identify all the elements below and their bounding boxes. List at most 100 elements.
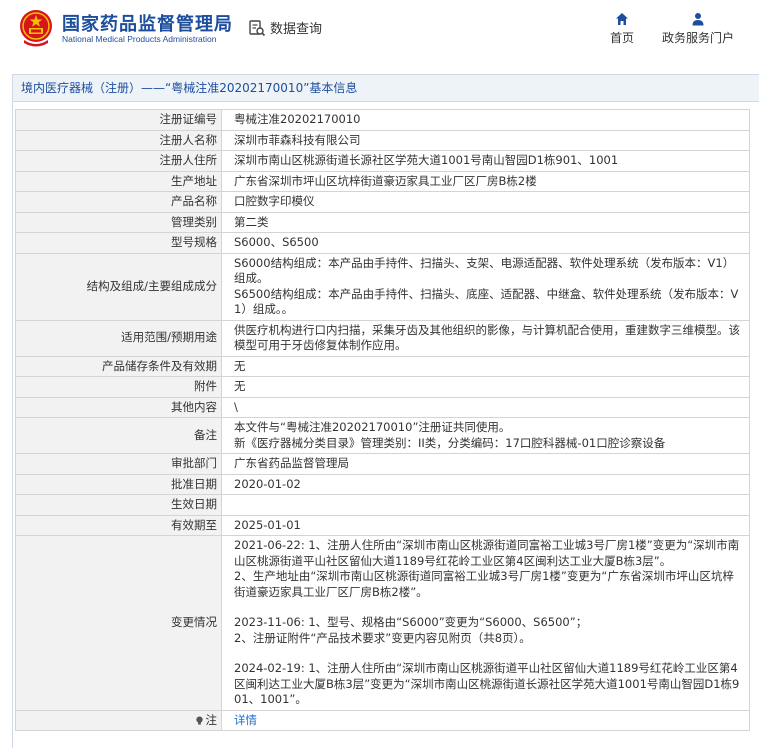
info-row-value: S6000结构组成：本产品由手持件、扫描头、支架、电源适配器、软件处理系统（发布… — [221, 252, 750, 321]
info-row-value-line: 口腔数字印模仪 — [234, 194, 315, 208]
info-row-value: 无 — [221, 355, 750, 377]
info-row: 有效期至 2025-01-01 — [15, 514, 750, 536]
info-row: 产品储存条件及有效期无 — [15, 355, 750, 377]
note-bulb-icon — [195, 715, 203, 725]
info-row-value: 广东省药品监督管理局 — [221, 453, 750, 475]
info-row-value-line: 广东省深圳市坪山区坑梓街道豪迈家具工业厂区厂房B栋2楼 — [234, 173, 537, 188]
home-icon — [616, 13, 628, 25]
info-row-label: 其他内容 — [15, 396, 222, 418]
info-row: 生产地址 广东省深圳市坪山区坑梓街道豪迈家具工业厂区厂房B栋2楼 — [15, 170, 750, 192]
info-row-value-line: 2、生产地址由“深圳市南山区桃源街道同富裕工业城3号厂房1楼”变更为“广东省深圳… — [234, 569, 734, 599]
info-row-label: 结构及组成/主要组成成分 — [15, 252, 222, 321]
info-row: 其他内容 \ — [15, 396, 750, 418]
info-row: 批准日期 2020-01-02 — [15, 473, 750, 495]
info-row-value-line: 广东省药品监督管理局 — [234, 456, 349, 470]
info-row-value: 口腔数字印模仪 — [221, 191, 750, 213]
detail-panel: 境内医疗器械（注册）——“粤械注准20202170010”基本信息 注册证编号粤… — [12, 74, 759, 748]
info-row-value: \ — [221, 396, 750, 418]
data-search-icon — [249, 19, 266, 36]
nav-home-label: 首页 — [610, 31, 635, 45]
info-row-value: 本文件与“粤械注准20202170010”注册证共同使用。 新《医疗器械分类目录》… — [221, 417, 750, 454]
info-row-value — [221, 494, 750, 516]
info-row-value-line: 无 — [234, 379, 246, 393]
info-row-value-line: 2、注册证附件“产品技术要求”变更内容见附页（共8页）。 — [234, 630, 531, 645]
panel-title: 境内医疗器械（注册）——“粤械注准20202170010”基本信息 — [13, 75, 759, 102]
info-row-label: 生产地址 — [15, 170, 222, 192]
note-label-text: 注 — [205, 712, 218, 727]
info-row-value-line: \ — [234, 399, 238, 414]
info-row-label: 注册人名称 — [15, 129, 222, 151]
info-row-label: 备注 — [15, 417, 222, 454]
info-row: 适用范围/预期用途 供医疗机构进行口内扫描，采集牙齿及其他组织的影像，与计算机配合… — [15, 319, 750, 357]
info-row-value-line: 深圳市南山区桃源街道长源社区学苑大道1001号南山智园D1栋901、1001 — [234, 153, 619, 167]
info-row-value-line: 本文件与“粤械注准20202170010”注册证共同使用。 — [234, 420, 511, 434]
info-row-value: 无 — [221, 376, 750, 398]
data-query-label: 数据查询 — [270, 22, 323, 37]
nav-home[interactable]: 首页 — [610, 12, 634, 46]
info-row-value: 深圳市菲森科技有限公司 — [221, 129, 750, 151]
info-row-label: 有效期至 — [15, 514, 222, 536]
info-row-value-line: 新《医疗器械分类目录》管理类别：II类，分类编码：17口腔科器械-01口腔诊察设… — [234, 435, 666, 450]
data-query-link[interactable]: 数据查询 — [248, 18, 322, 37]
device-info-table: 注册证编号 粤械注准20202170010 注册人名称 深圳市菲森科技有限公司 注册人住… — [15, 109, 750, 731]
info-row-value-line: 供医疗机构进行口内扫描，采集牙齿及其他组织的影像，与计算机配合使用，重建数字三维… — [234, 322, 740, 353]
info-row: 结构及组成/主要组成成分 S6000结构组成：本产品由手持件、扫描头、支架、电源适… — [15, 252, 750, 321]
user-icon — [692, 13, 704, 26]
info-row-value-line: S6000、S6500 — [234, 235, 319, 249]
info-row-value: 2021-06-22: 1、注册人住所由“深圳市南山区桃源街道同富裕工业城3号厂… — [221, 535, 750, 711]
info-row-value-line: S6000结构组成：本产品由手持件、扫描头、支架、电源适配器、软件处理系统（发布… — [234, 255, 735, 286]
info-row-value-line: 2025-01-01 — [234, 517, 301, 532]
info-row-label: 管理类别 — [15, 211, 222, 233]
info-row: 产品名称 口腔数字印模仪 — [15, 191, 750, 213]
note-row-label: 注 — [15, 709, 222, 731]
info-row-label: 注册人住所 — [15, 150, 222, 172]
info-row-value-line: 2021-06-22: 1、注册人住所由“深圳市南山区桃源街道同富裕工业城3号厂… — [234, 538, 740, 568]
info-row-value-line: 深圳市菲森科技有限公司 — [234, 132, 361, 147]
info-row-label: 适用范围/预期用途 — [15, 319, 222, 357]
info-row-value: 供医疗机构进行口内扫描，采集牙齿及其他组织的影像，与计算机配合使用，重建数字三维… — [221, 319, 750, 357]
info-row: 型号规格 S6000、S6500 — [15, 232, 750, 254]
nav-service-portal[interactable]: 政务服务门户 — [662, 12, 734, 46]
info-row-value-line: 2020-01-02 — [234, 476, 301, 491]
info-row-label: 变更情况 — [15, 535, 222, 711]
info-row-value: 粤械注准20202170010 — [221, 109, 750, 131]
info-row-label: 批准日期 — [15, 473, 222, 495]
info-row: 审批部门 广东省药品监督管理局 — [15, 453, 750, 475]
info-row-value: 2020-01-02 — [221, 473, 750, 495]
site-title[interactable]: 国家药品监督管理局 — [62, 10, 233, 36]
info-row: 注册人名称 深圳市菲森科技有限公司 — [15, 129, 750, 151]
nav-service-portal-label: 政务服务门户 — [662, 31, 735, 45]
info-row-value-line: 粤械注准20202170010 — [234, 112, 361, 126]
info-row-label: 产品储存条件及有效期 — [15, 355, 222, 377]
info-row: 生效日期 — [15, 494, 750, 516]
info-row-value-line: S6500结构组成：本产品由手持件、扫描头、底座、适配器、中继盒、软件处理系统（… — [234, 286, 739, 317]
info-row: 变更情况 2021-06-22: 1、注册人住所由“深圳市南山区桃源街道同富裕工业… — [15, 535, 750, 711]
info-row: 管理类别 第二类 — [15, 211, 750, 233]
info-row: 备注 本文件与“粤械注准20202170010”注册证共同使用。 新《医疗器械分类目… — [15, 417, 750, 454]
info-row-value-line: 2024-02-19: 1、注册人住所由“深圳市南山区桃源街道平山社区留仙大道1… — [234, 661, 740, 706]
info-row-value-line: 无 — [234, 358, 246, 373]
info-row-label: 型号规格 — [15, 232, 222, 254]
info-row-value-line: 第二类 — [234, 214, 269, 229]
info-row-value-line: 2023-11-06: 1、型号、规格由“S6000”变更为“S6000、S65… — [234, 615, 588, 629]
info-row-label: 审批部门 — [15, 453, 222, 475]
info-row-value: S6000、S6500 — [221, 232, 750, 254]
info-row: 注册证编号 粤械注准20202170010 — [15, 109, 750, 131]
info-row-value: 第二类 — [221, 211, 750, 233]
site-header: 国家药品监督管理局 National Medical Products Admi… — [0, 0, 759, 56]
note-row-value: 详情 — [221, 709, 750, 731]
info-row: 附件无 — [15, 376, 750, 398]
note-row: 注 详情 — [15, 709, 750, 731]
national-emblem-icon — [20, 10, 52, 47]
site-subtitle: National Medical Products Administration — [62, 34, 217, 44]
info-row-value: 深圳市南山区桃源街道长源社区学苑大道1001号南山智园D1栋901、1001 — [221, 150, 750, 172]
info-row: 注册人住所 深圳市南山区桃源街道长源社区学苑大道1001号南山智园D1栋901、1… — [15, 150, 750, 172]
info-row-label: 注册证编号 — [15, 109, 222, 131]
info-row-label: 附件 — [15, 376, 222, 398]
details-link[interactable]: 详情 — [234, 713, 257, 727]
info-row-value: 广东省深圳市坪山区坑梓街道豪迈家具工业厂区厂房B栋2楼 — [221, 170, 750, 192]
info-row-label: 产品名称 — [15, 191, 222, 213]
info-row-value: 2025-01-01 — [221, 514, 750, 536]
